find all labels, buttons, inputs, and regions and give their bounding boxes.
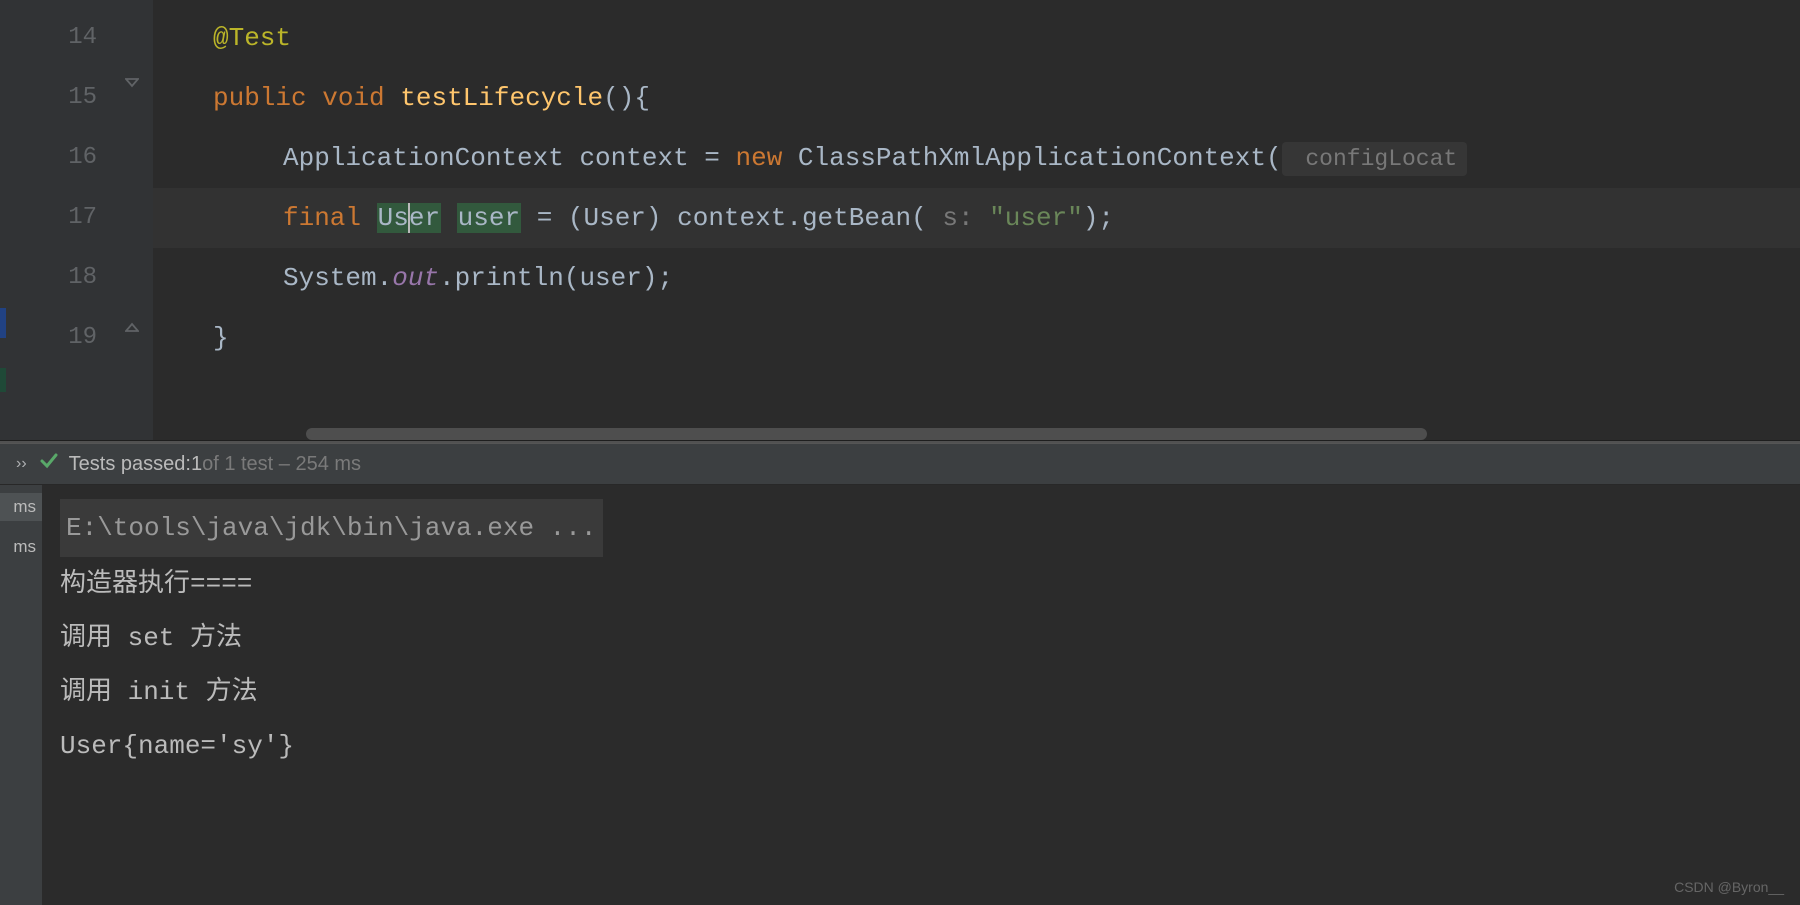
code-content[interactable]: @Test public void testLifecycle(){ Appli… [153,0,1800,440]
console-tab[interactable]: ms [0,493,42,521]
line-number: 16 [12,128,117,188]
check-icon [39,451,59,477]
highlighted-type: User [377,203,441,233]
watermark: CSDN @Byron__ [1674,879,1784,895]
console-line: 调用 init 方法 [60,665,1782,719]
console-line: 构造器执行==== [60,557,1782,611]
console-line: User{name='sy'} [60,719,1782,773]
tests-passed-count: 1 [191,453,202,476]
left-stripe [0,0,12,440]
test-status-bar: ›› Tests passed: 1 of 1 test – 254 ms [0,443,1800,485]
gutter: 14 15 16 17 18 19 [12,0,117,440]
code-line[interactable]: ApplicationContext context = new ClassPa… [153,128,1800,188]
horizontal-scrollbar[interactable] [306,428,1800,440]
fold-end-icon[interactable] [125,318,139,338]
console-line: 调用 set 方法 [60,611,1782,665]
console-command: E:\tools\java\jdk\bin\java.exe ... [60,499,603,557]
line-number: 15 [12,68,117,128]
line-number: 14 [12,8,117,68]
marker [0,308,6,338]
annotation: @Test [213,23,291,53]
code-editor[interactable]: 14 15 16 17 18 19 @Test public void test… [0,0,1800,440]
marker [0,368,6,392]
line-number: 17 [12,188,117,248]
console-left-tabs: ms ms [0,485,42,905]
console-tab[interactable]: ms [0,533,42,561]
param-label: s: [942,203,973,233]
scrollbar-thumb[interactable] [306,428,1427,440]
line-number: 18 [12,248,117,308]
expand-icon[interactable]: ›› [16,455,27,473]
code-line-current[interactable]: final User user = (User) context.getBean… [153,188,1800,248]
tests-passed-label: Tests passed: [69,453,191,476]
console-output[interactable]: E:\tools\java\jdk\bin\java.exe ... 构造器执行… [42,485,1800,905]
param-hint: configLocat [1282,142,1468,176]
fold-toggle-icon[interactable] [125,78,139,98]
method-name: testLifecycle [400,83,603,113]
line-number: 19 [12,308,117,368]
code-line[interactable]: } [153,308,1800,368]
code-line[interactable]: @Test [153,8,1800,68]
code-line[interactable]: public void testLifecycle(){ [153,68,1800,128]
fold-column[interactable] [117,0,153,440]
console-panel: ms ms E:\tools\java\jdk\bin\java.exe ...… [0,485,1800,905]
code-line[interactable]: System.out.println(user); [153,248,1800,308]
tests-total: of 1 test – 254 ms [202,453,361,476]
